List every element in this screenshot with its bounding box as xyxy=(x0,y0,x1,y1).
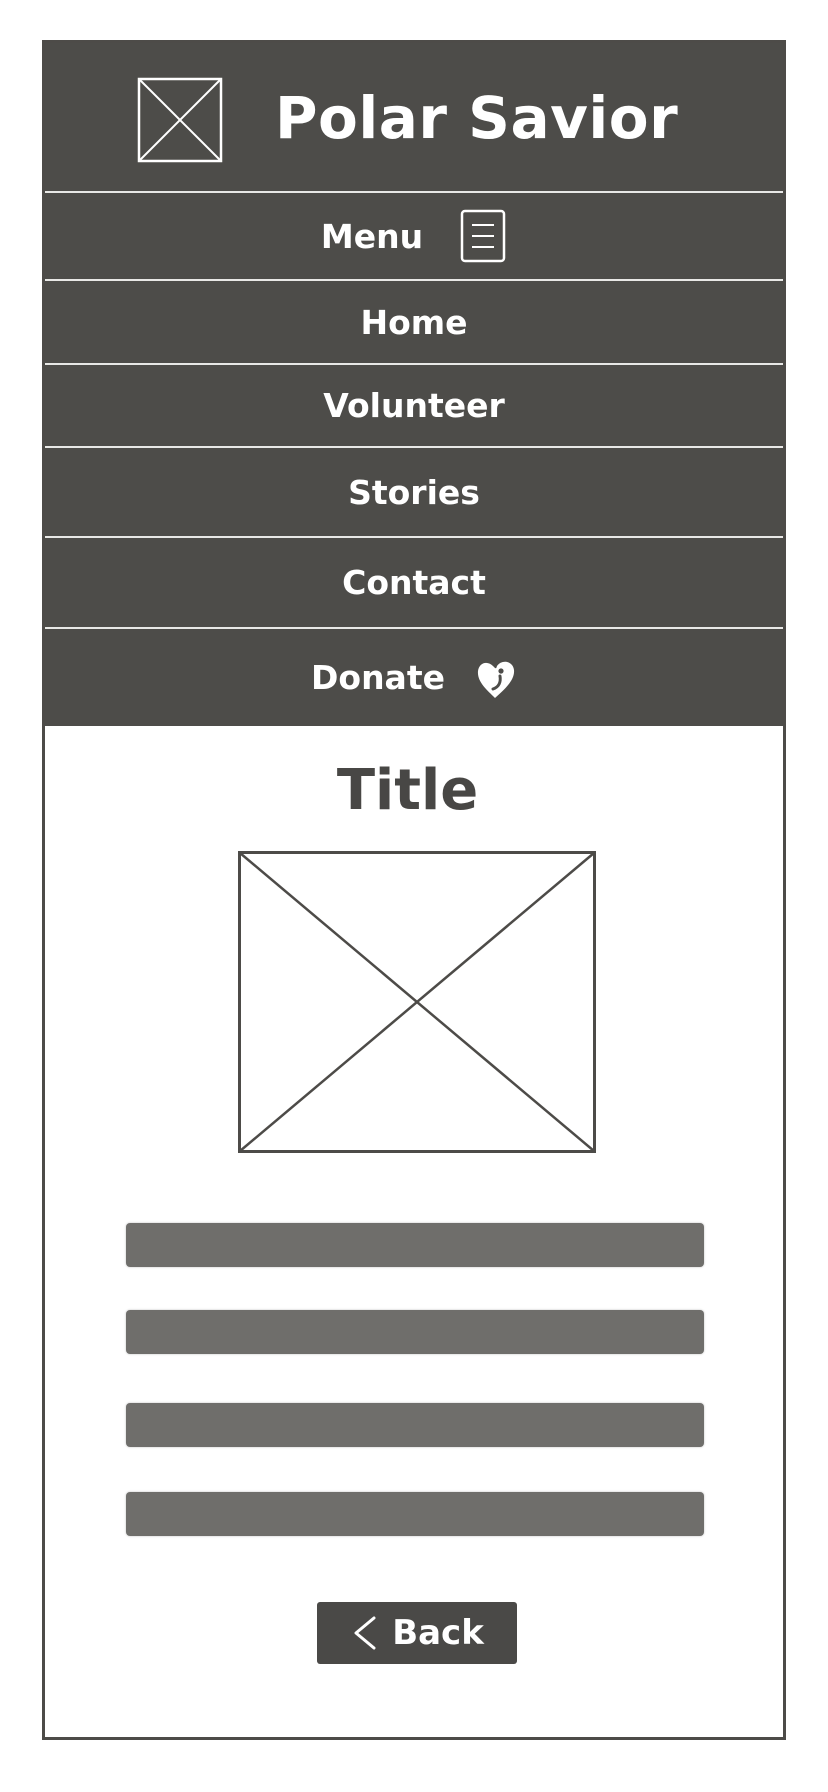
nav-item-label: Volunteer xyxy=(323,386,505,425)
nav-item-home[interactable]: Home xyxy=(45,281,783,363)
nav-item-stories[interactable]: Stories xyxy=(45,448,783,536)
brand-title: Polar Savior xyxy=(275,84,679,152)
menu-icon xyxy=(460,209,506,263)
app-frame: Polar Savior Menu Home Volunteer Stories xyxy=(42,40,786,1740)
logo-image-placeholder-icon xyxy=(137,77,223,163)
back-button-label: Back xyxy=(392,1613,484,1653)
nav-item-label: Menu xyxy=(320,216,424,256)
nav-item-label: Home xyxy=(360,302,468,342)
navigation-panel: Polar Savior Menu Home Volunteer Stories xyxy=(45,43,783,726)
text-placeholder-bar xyxy=(126,1492,704,1536)
nav-item-label: Contact xyxy=(342,563,486,602)
nav-item-volunteer[interactable]: Volunteer xyxy=(45,365,783,446)
chevron-left-icon xyxy=(354,1616,376,1650)
page-title: Title xyxy=(336,758,479,823)
hero-image-placeholder-icon xyxy=(238,851,596,1153)
nav-item-label: Donate xyxy=(311,658,445,697)
nav-item-label: Stories xyxy=(348,472,480,512)
nav-item-donate[interactable]: Donate xyxy=(45,629,783,726)
text-placeholder-bar xyxy=(126,1223,704,1267)
text-placeholder-bar xyxy=(126,1403,704,1447)
nav-item-menu[interactable]: Menu xyxy=(45,193,783,279)
text-placeholder-bar xyxy=(126,1310,704,1354)
brand-header: Polar Savior xyxy=(45,43,783,191)
nav-item-contact[interactable]: Contact xyxy=(45,538,783,627)
heart-icon xyxy=(477,661,515,698)
back-button[interactable]: Back xyxy=(317,1602,517,1664)
